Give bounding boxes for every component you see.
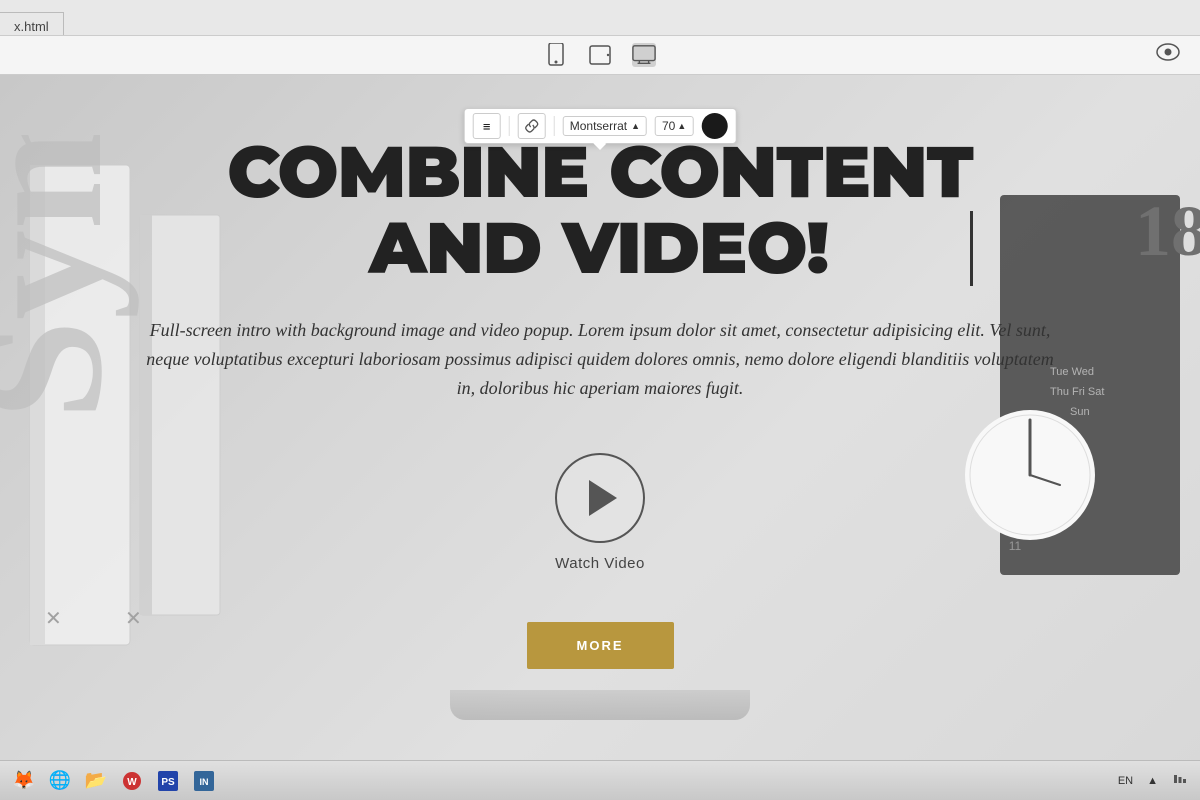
tab-label: x.html xyxy=(14,19,49,34)
size-arrow-icon: ▲ xyxy=(677,121,686,131)
taskbar-item-app3[interactable]: IN xyxy=(188,766,220,796)
play-triangle-icon xyxy=(589,480,617,516)
taskbar-item-filezilla[interactable]: 📂 xyxy=(80,766,112,796)
svg-text:PS: PS xyxy=(161,777,175,788)
play-circle[interactable] xyxy=(555,453,645,543)
network-icon xyxy=(1168,771,1192,790)
watch-video-label: Watch Video xyxy=(555,555,645,572)
hero-description-text: Full-screen intro with background image … xyxy=(146,320,1054,398)
taskbar: 🦊 🌐 📂 W PS IN EN ▲ xyxy=(0,760,1200,800)
font-arrow-icon: ▲ xyxy=(631,121,640,131)
taskbar-right-section: EN ▲ xyxy=(1114,771,1192,790)
hero-description: Full-screen intro with background image … xyxy=(140,316,1060,402)
font-size-selector[interactable]: 70 ▲ xyxy=(655,116,693,136)
toolbar-separator xyxy=(509,116,510,136)
taskbar-arrow[interactable]: ▲ xyxy=(1143,775,1162,787)
mobile-device-icon[interactable] xyxy=(544,43,568,67)
svg-text:IN: IN xyxy=(200,777,209,787)
font-name-label: Montserrat xyxy=(570,119,627,133)
browser-toolbar xyxy=(0,35,1200,75)
tablet-device-icon[interactable] xyxy=(588,43,612,67)
taskbar-item-browser[interactable]: 🌐 xyxy=(44,766,76,796)
main-content: Symbol ✕ ✕ 18 Tue Wed Thu Fri Sat Sun 11… xyxy=(0,75,1200,800)
hero-title-line2-text: and VIDEO! xyxy=(227,211,973,287)
taskbar-item-app2[interactable]: PS xyxy=(152,766,184,796)
preview-eye-icon[interactable] xyxy=(1156,43,1180,67)
desktop-device-icon[interactable] xyxy=(632,43,656,67)
watch-video-button[interactable]: Watch Video xyxy=(555,453,645,572)
link-icon xyxy=(525,119,539,133)
browser-chrome: x.html xyxy=(0,0,1200,75)
taskbar-item-app1[interactable]: W xyxy=(116,766,148,796)
color-picker-button[interactable] xyxy=(701,113,727,139)
more-button[interactable]: MORE xyxy=(527,622,674,669)
toolbar-separator-2 xyxy=(554,116,555,136)
language-indicator[interactable]: EN xyxy=(1114,775,1137,787)
hero-title: COMBINE CONTENT and VIDEO! xyxy=(227,135,973,286)
align-icon: ≡ xyxy=(483,119,491,134)
hero-section: COMBINE CONTENT and VIDEO! Full-screen i… xyxy=(0,75,1200,800)
align-button[interactable]: ≡ xyxy=(473,113,501,139)
font-size-label: 70 xyxy=(662,119,675,133)
more-button-label: MORE xyxy=(577,638,624,653)
hero-title-line2: and VIDEO! xyxy=(227,211,973,287)
taskbar-item-firefox[interactable]: 🦊 xyxy=(8,766,40,796)
font-selector[interactable]: Montserrat ▲ xyxy=(563,116,647,136)
svg-text:W: W xyxy=(127,777,137,788)
link-button[interactable] xyxy=(518,113,546,139)
format-toolbar: ≡ Montserrat ▲ 70 ▲ xyxy=(464,108,737,144)
